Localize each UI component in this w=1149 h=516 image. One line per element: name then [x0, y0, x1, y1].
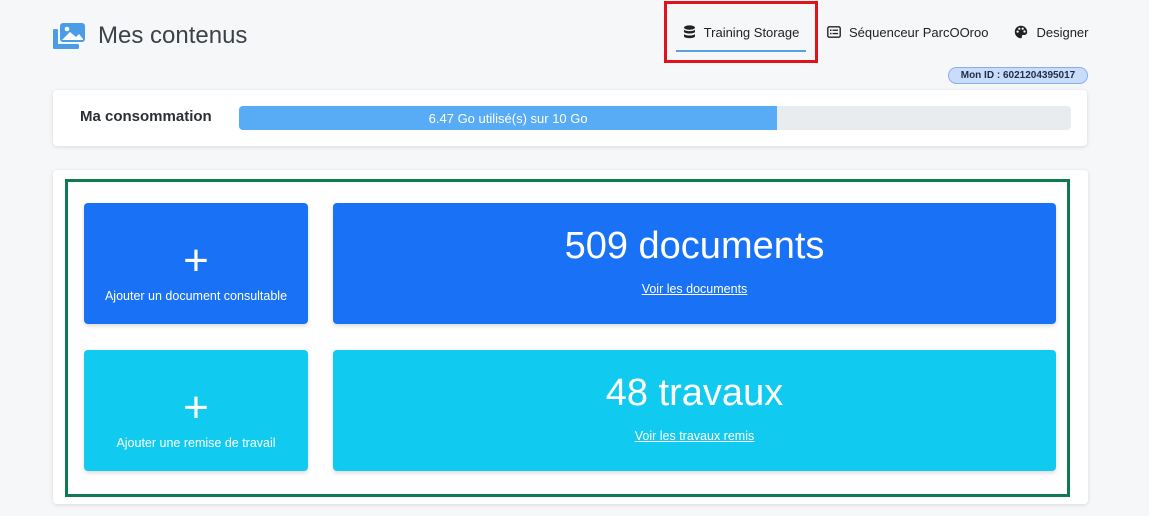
documents-count: 509 documents — [564, 225, 825, 267]
nav-designer[interactable]: Designer — [1014, 24, 1089, 40]
nav-sequenceur[interactable]: Séquenceur ParcOOroo — [827, 25, 988, 40]
page: Mes contenus Training Storage Séquenceur… — [0, 0, 1149, 516]
content-card: + Ajouter un document consultable 509 do… — [53, 170, 1088, 504]
consumption-card: Ma consommation 6.47 Go utilisé(s) sur 1… — [53, 90, 1087, 146]
add-document-label: Ajouter un document consultable — [104, 289, 288, 303]
plus-icon: + — [183, 236, 209, 285]
images-icon — [53, 23, 85, 49]
user-id-badge: Mon ID : 6021204395017 — [948, 67, 1088, 84]
nav-item-label: Séquenceur ParcOOroo — [849, 24, 989, 40]
add-work-button[interactable]: + Ajouter une remise de travail — [84, 350, 308, 471]
works-count: 48 travaux — [605, 372, 784, 414]
plus-icon: + — [183, 383, 209, 432]
documents-tile: 509 documents Voir les documents — [333, 203, 1056, 324]
add-work-label: Ajouter une remise de travail — [116, 436, 276, 450]
nav-item-label: Designer — [1036, 24, 1089, 40]
view-documents-link[interactable]: Voir les documents — [642, 282, 748, 296]
nav-training-storage[interactable]: Training Storage — [664, 1, 818, 63]
consumption-label: Ma consommation — [80, 108, 212, 125]
database-icon — [683, 25, 695, 39]
works-tile: 48 travaux Voir les travaux remis — [333, 350, 1056, 471]
top-nav: Training Storage Séquenceur ParcOOroo De… — [664, 0, 1089, 64]
storage-progress-fill: 6.47 Go utilisé(s) sur 10 Go — [239, 106, 778, 130]
nav-item-label: Training Storage — [703, 24, 800, 40]
palette-icon — [1015, 25, 1028, 39]
add-document-button[interactable]: + Ajouter un document consultable — [84, 203, 308, 324]
card-list-icon — [827, 26, 841, 38]
view-works-link[interactable]: Voir les travaux remis — [635, 429, 754, 443]
storage-progress-bar: 6.47 Go utilisé(s) sur 10 Go — [239, 106, 1071, 130]
page-title: Mes contenus — [98, 22, 248, 49]
